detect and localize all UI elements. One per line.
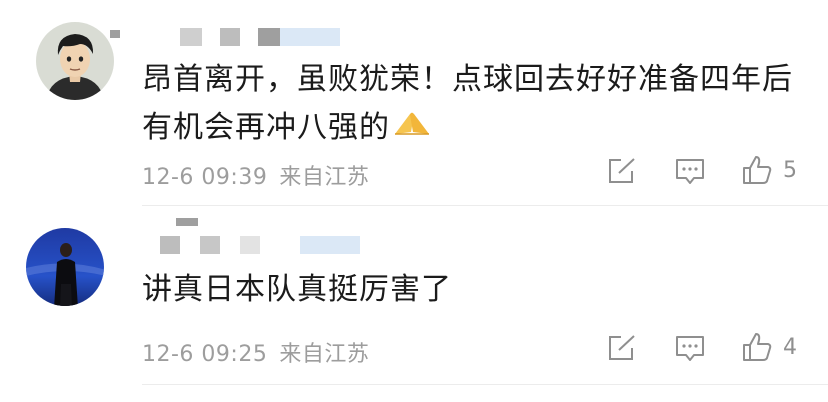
comment-icon: [676, 159, 704, 184]
like-count: 5: [783, 157, 797, 183]
comment-item: 讲真日本队真挺厉害了 12-6 09:25 来自江苏 4: [0, 206, 828, 402]
username-redacted[interactable]: [160, 236, 360, 254]
comment-text: 昂首离开，虽败犹荣！点球回去好好准备四年后 有机会再冲八强的: [142, 56, 793, 153]
comment-text-line: 昂首离开，虽败犹荣！点球回去好好准备四年后: [142, 62, 793, 97]
comment-meta: 12-6 09:25 来自江苏: [142, 336, 381, 368]
avatar-night-portrait-image: [26, 228, 104, 306]
divider: [142, 384, 828, 385]
comment-icon: [676, 336, 704, 361]
username-redacted-mark: [110, 30, 120, 38]
comment-text-line: 讲真日本队真挺厉害了: [142, 272, 452, 307]
like-button[interactable]: 5: [741, 154, 797, 186]
location: 来自江苏: [279, 342, 370, 367]
username-redacted[interactable]: [180, 28, 340, 46]
comment-list: 昂首离开，虽败犹荣！点球回去好好准备四年后 有机会再冲八强的 12-6 09:3…: [0, 0, 828, 402]
reply-button[interactable]: [674, 157, 706, 185]
share-icon: [609, 158, 635, 183]
thumbs-up-icon: [743, 156, 772, 184]
comment-text-line: 有机会再冲八强的: [142, 104, 793, 153]
avatar[interactable]: [36, 22, 114, 100]
comment-item: 昂首离开，虽败犹荣！点球回去好好准备四年后 有机会再冲八强的 12-6 09:3…: [0, 0, 828, 206]
comment-meta: 12-6 09:39 来自江苏: [142, 159, 381, 191]
username-redacted-mark: [176, 218, 198, 226]
like-count: 4: [783, 334, 797, 360]
timestamp: 12-6 09:25: [142, 342, 268, 367]
timestamp: 12-6 09:39: [142, 165, 268, 190]
location: 来自江苏: [279, 165, 370, 190]
folded-hands-emoji: [392, 105, 432, 153]
share-icon: [609, 335, 635, 360]
comment-text: 讲真日本队真挺厉害了: [142, 266, 452, 314]
like-button[interactable]: 4: [741, 331, 797, 363]
avatar[interactable]: [26, 228, 104, 306]
reply-button[interactable]: [674, 334, 706, 362]
share-button[interactable]: [607, 334, 637, 362]
share-button[interactable]: [607, 157, 637, 185]
avatar-cartoon-man-image: [36, 22, 114, 100]
thumbs-up-icon: [743, 333, 772, 361]
